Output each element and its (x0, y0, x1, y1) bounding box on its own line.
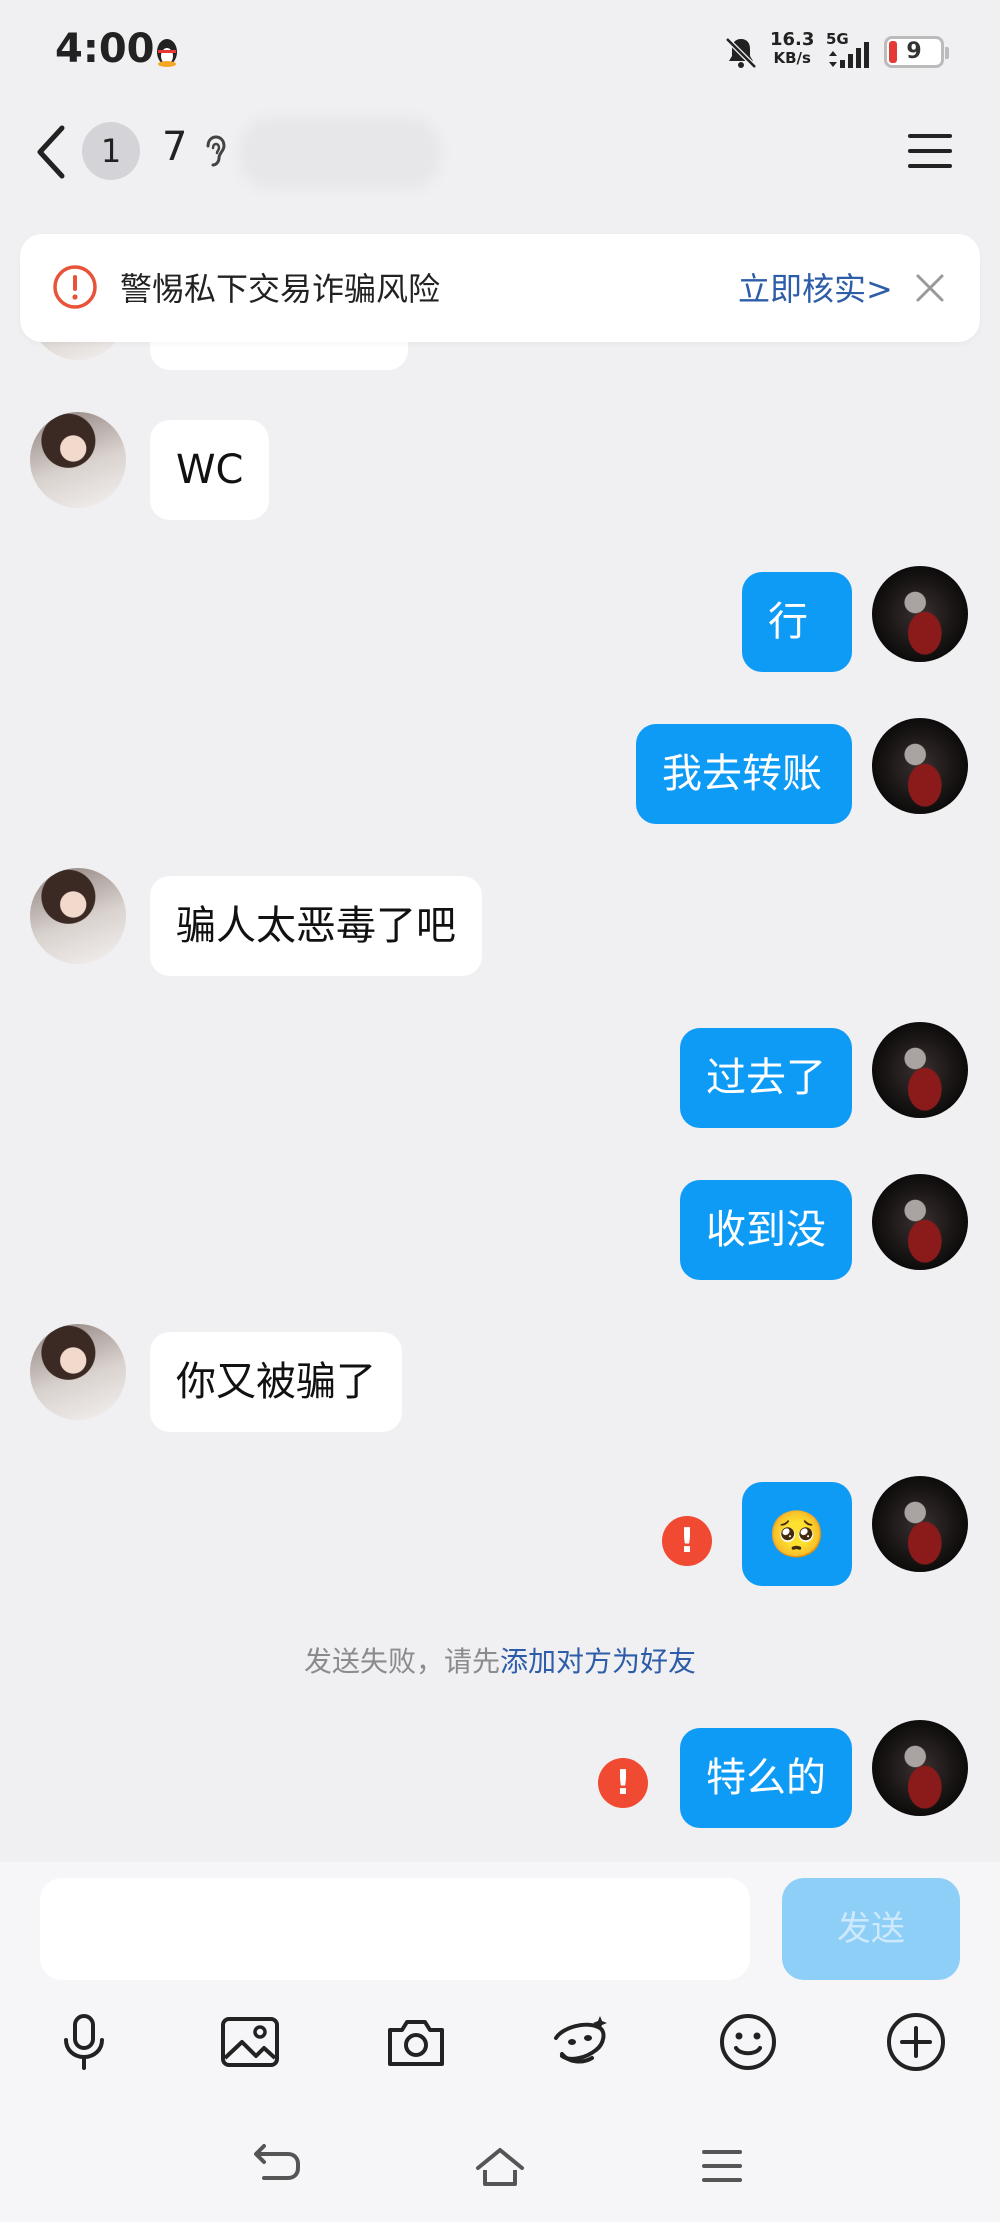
message-input[interactable] (40, 1878, 750, 1980)
image-icon[interactable] (218, 2010, 282, 2074)
microphone-icon[interactable] (52, 2010, 116, 2074)
send-failed-note: 发送失败，请先添加对方为好友 (0, 1640, 1000, 1680)
bell-muted-icon (725, 37, 757, 69)
avatar-contact[interactable] (30, 1324, 126, 1420)
plus-icon[interactable] (884, 2010, 948, 2074)
battery-level: 9 (906, 39, 922, 64)
banner-text: 警惕私下交易诈骗风险 (120, 270, 441, 308)
avatar-self[interactable] (872, 1720, 968, 1816)
avatar-self[interactable] (872, 1174, 968, 1270)
unread-count-badge[interactable]: 1 (82, 122, 140, 180)
avatar-contact[interactable] (30, 868, 126, 964)
close-icon[interactable] (910, 268, 950, 308)
message-bubble-outgoing[interactable]: 收到没 (680, 1180, 852, 1280)
avatar-self[interactable] (872, 1022, 968, 1118)
menu-icon[interactable] (906, 130, 954, 172)
chat-title: 7 (162, 124, 188, 170)
avatar-contact[interactable] (30, 412, 126, 508)
message-bubble-emoji[interactable]: 🥺 (742, 1482, 852, 1586)
battery-indicator: 9 (884, 36, 949, 68)
network-speed-unit: KB/s (773, 49, 811, 67)
message-bubble-outgoing[interactable]: 行 (742, 572, 852, 672)
home-nav-icon[interactable] (474, 2140, 526, 2192)
message-bubble-incoming[interactable]: WC (150, 420, 270, 520)
fraud-warning-banner: 警惕私下交易诈骗风险 立即核实> (20, 234, 980, 342)
recent-apps-icon[interactable] (696, 2140, 748, 2192)
qq-penguin-icon (157, 39, 177, 67)
network-speed-value: 16.3 (770, 29, 815, 50)
message-bubble-incoming[interactable]: 骗人太恶毒了吧 (150, 876, 482, 976)
emoji-icon[interactable] (716, 2010, 780, 2074)
back-nav-icon[interactable] (252, 2140, 304, 2192)
message-bubble-outgoing[interactable]: 过去了 (680, 1028, 852, 1128)
warning-circle-icon (53, 265, 97, 309)
send-failed-icon[interactable]: ! (598, 1758, 648, 1808)
avatar-self[interactable] (872, 566, 968, 662)
ear-icon[interactable] (202, 134, 228, 170)
hongbao-icon[interactable] (548, 2010, 612, 2074)
blurred-nickname (240, 118, 440, 188)
avatar-self[interactable] (872, 718, 968, 814)
add-friend-link[interactable]: 添加对方为好友 (500, 1645, 696, 1678)
send-failed-text: 发送失败，请先 (303, 1645, 500, 1678)
send-button[interactable]: 发送 (782, 1878, 960, 1980)
back-chevron-icon[interactable] (30, 120, 74, 184)
message-bubble-incoming[interactable]: 你又被骗了 (150, 1332, 402, 1432)
status-time: 4:00 (55, 26, 155, 72)
avatar-self[interactable] (872, 1476, 968, 1572)
verify-now-link[interactable]: 立即核实> (738, 264, 893, 310)
signal-icon (829, 42, 869, 68)
camera-icon[interactable] (384, 2010, 448, 2074)
message-bubble-outgoing[interactable]: 我去转账 (636, 724, 852, 824)
message-bubble-outgoing[interactable]: 特么的 (680, 1728, 852, 1828)
network-speed: 16.3 KB/s (770, 30, 814, 68)
send-failed-icon[interactable]: ! (662, 1516, 712, 1566)
